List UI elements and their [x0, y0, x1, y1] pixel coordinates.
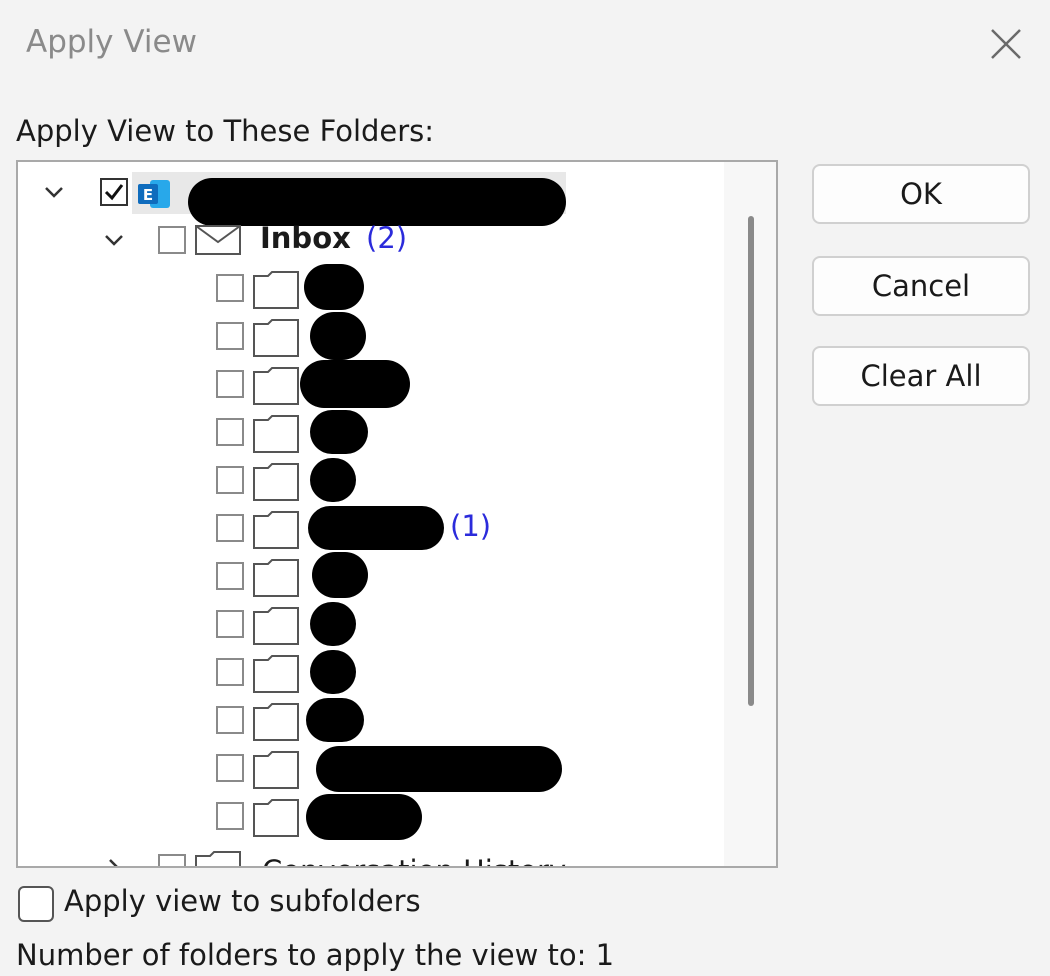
tree-row-subfolder[interactable] [18, 648, 724, 696]
redacted-folder-name [312, 552, 368, 598]
subfolder-checkbox[interactable] [216, 610, 244, 638]
folder-icon [253, 319, 299, 357]
inbox-checkbox[interactable] [158, 226, 186, 254]
exchange-account-icon: E [138, 180, 170, 208]
chevron-down-icon[interactable] [40, 178, 68, 206]
tree-row-inbox[interactable]: Inbox (2) [18, 216, 724, 264]
folder-count-status: Number of folders to apply the view to: … [16, 938, 615, 972]
tree-row-subfolder[interactable] [18, 456, 724, 504]
account-checkbox[interactable] [100, 178, 128, 206]
cancel-button[interactable]: Cancel [812, 256, 1030, 316]
folder-icon [253, 751, 299, 789]
redacted-folder-name [310, 650, 356, 694]
inbox-unread-count: (2) [366, 221, 408, 255]
folders-label: Apply View to These Folders: [16, 114, 435, 148]
folder-icon [253, 703, 299, 741]
mail-icon [195, 225, 241, 255]
tree-row-subfolder[interactable] [18, 600, 724, 648]
tree-row-subfolder[interactable] [18, 408, 724, 456]
folder-icon [253, 607, 299, 645]
folder-label: Conversation History [262, 854, 566, 866]
folder-icon [253, 511, 299, 549]
subfolder-checkbox[interactable] [216, 658, 244, 686]
subfolder-checkbox[interactable] [216, 802, 244, 830]
redacted-folder-name [310, 410, 368, 454]
folder-icon [253, 367, 299, 405]
clear-all-button[interactable]: Clear All [812, 346, 1030, 406]
close-icon [991, 29, 1021, 59]
redacted-folder-name [310, 458, 356, 502]
redacted-folder-name [308, 506, 444, 550]
folder-tree[interactable]: E Inbox (2) (1) [16, 160, 778, 868]
ok-button[interactable]: OK [812, 164, 1030, 224]
redacted-folder-name [310, 602, 356, 646]
tree-row-subfolder[interactable] [18, 792, 724, 840]
folder-icon [253, 559, 299, 597]
tree-row-subfolder[interactable] [18, 312, 724, 360]
folder-icon [253, 655, 299, 693]
redacted-folder-name [316, 746, 562, 792]
title-bar: Apply View [0, 0, 1050, 92]
tree-row-subfolder[interactable] [18, 264, 724, 312]
redacted-folder-name [306, 794, 422, 840]
apply-subfolders-label: Apply view to subfolders [64, 884, 421, 918]
subfolder-checkbox[interactable] [216, 370, 244, 398]
subfolder-checkbox[interactable] [216, 466, 244, 494]
redacted-folder-name [300, 360, 410, 408]
svg-text:E: E [143, 186, 153, 204]
folder-icon [253, 271, 299, 309]
subfolder-checkbox[interactable] [216, 322, 244, 350]
folder-checkbox[interactable] [158, 854, 186, 866]
tree-row-subfolder[interactable] [18, 744, 724, 792]
subfolder-checkbox[interactable] [216, 418, 244, 446]
tree-row-subfolder[interactable]: (1) [18, 504, 724, 552]
folder-icon [253, 415, 299, 453]
folder-icon [253, 799, 299, 837]
tree-row-partial[interactable]: Conversation History [18, 840, 724, 868]
scrollbar-thumb[interactable] [748, 216, 754, 706]
tree-row-subfolder[interactable] [18, 552, 724, 600]
apply-subfolders-checkbox[interactable] [18, 886, 54, 922]
chevron-down-icon[interactable] [100, 226, 128, 254]
tree-row-account[interactable]: E [18, 168, 724, 226]
chevron-right-icon[interactable] [100, 854, 128, 868]
subfolder-checkbox[interactable] [216, 754, 244, 782]
folder-icon [253, 463, 299, 501]
dialog-title: Apply View [26, 24, 197, 60]
subfolder-checkbox[interactable] [216, 274, 244, 302]
subfolder-checkbox[interactable] [216, 562, 244, 590]
redacted-folder-name [310, 312, 366, 360]
redacted-folder-name [306, 698, 364, 742]
tree-row-subfolder[interactable] [18, 696, 724, 744]
subfolder-checkbox[interactable] [216, 706, 244, 734]
folder-unread-count: (1) [450, 509, 492, 543]
tree-row-subfolder[interactable] [18, 360, 724, 408]
close-button[interactable] [984, 22, 1028, 66]
inbox-label: Inbox [260, 221, 351, 255]
folder-icon [195, 851, 241, 866]
redacted-folder-name [304, 264, 364, 310]
subfolder-checkbox[interactable] [216, 514, 244, 542]
